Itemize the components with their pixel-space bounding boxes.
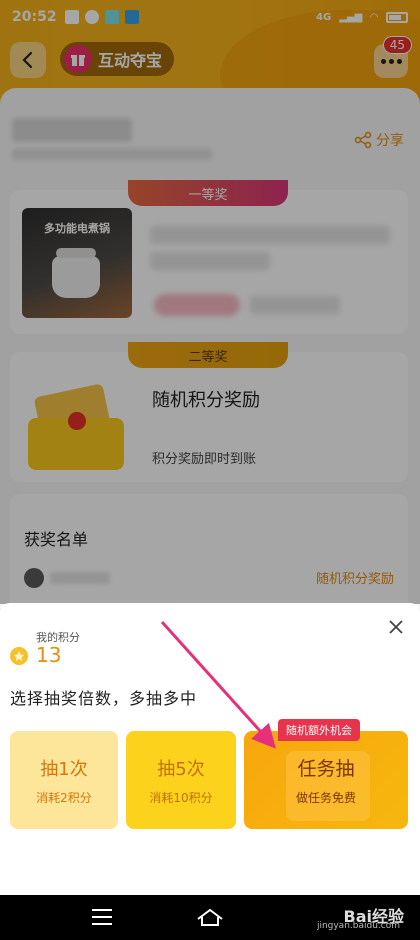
menu-icon[interactable] bbox=[92, 909, 112, 925]
option-sub: 做任务免费 bbox=[295, 791, 356, 805]
option-title: 任务抽 bbox=[297, 758, 355, 780]
extra-chance-tag: 随机额外机会 bbox=[278, 719, 360, 741]
draw-once-button[interactable]: 抽1次 消耗2积分 bbox=[10, 731, 118, 829]
option-title: 抽1次 bbox=[40, 758, 88, 780]
modal-overlay[interactable] bbox=[0, 0, 420, 604]
close-icon[interactable] bbox=[384, 615, 408, 639]
watermark-sub: jingyan.baidu.com bbox=[316, 921, 400, 931]
home-icon[interactable] bbox=[196, 907, 224, 927]
system-nav-bar: Bai经验 jingyan.baidu.com bbox=[0, 895, 420, 940]
points-value: 13 bbox=[36, 643, 62, 667]
draw-five-button[interactable]: 抽5次 消耗10积分 bbox=[126, 731, 236, 829]
draw-prompt: 选择抽奖倍数，多抽多中 bbox=[10, 689, 198, 708]
option-sub: 消耗10积分 bbox=[149, 790, 213, 805]
task-draw-button[interactable]: 任务抽 做任务免费 bbox=[244, 731, 408, 829]
draw-sheet: 我的积分 13 选择抽奖倍数，多抽多中 抽1次 消耗2积分 抽5次 消耗10积分… bbox=[0, 603, 420, 895]
coin-icon bbox=[10, 647, 28, 665]
option-sub: 消耗2积分 bbox=[36, 790, 92, 805]
option-title: 抽5次 bbox=[157, 758, 205, 780]
